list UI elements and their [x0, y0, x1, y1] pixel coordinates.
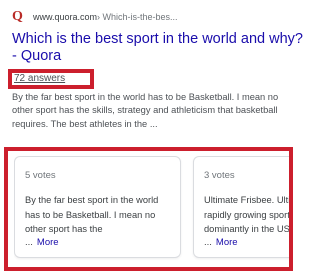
answer-ellipsis: ... — [204, 237, 212, 248]
answer-excerpt: By the far best sport in the world has t… — [25, 195, 159, 234]
search-result-page: Q www.quora.com › Which-is-the-bes... Wh… — [0, 0, 307, 274]
answer-votes: 5 votes — [25, 170, 56, 181]
result-snippet: By the far best sport in the world has t… — [12, 92, 279, 129]
answer-more-link[interactable]: More — [216, 237, 238, 248]
answers-carousel[interactable]: 5 votes By the far best sport in the wor… — [14, 156, 289, 266]
result-domain: www.quora.com — [33, 12, 98, 22]
answer-more: ... More — [25, 237, 59, 248]
result-title-link[interactable]: Which is the best sport in the world and… — [12, 31, 304, 65]
result-source[interactable]: Q www.quora.com › Which-is-the-bes... — [12, 9, 178, 25]
quora-logo-icon: Q — [12, 9, 23, 24]
answer-votes: 3 votes — [204, 170, 235, 181]
answer-card[interactable]: 5 votes By the far best sport in the wor… — [14, 156, 181, 258]
answer-more-link[interactable]: More — [37, 237, 59, 248]
answer-ellipsis: ... — [25, 237, 33, 248]
answer-more: ... More — [204, 237, 238, 248]
answer-excerpt: Ultimate Frisbee. Ultimate is a rapidly … — [204, 195, 289, 234]
answers-count-link[interactable]: 72 answers — [14, 73, 65, 85]
answer-card[interactable]: 3 votes Ultimate Frisbee. Ultimate is a … — [193, 156, 289, 258]
result-breadcrumb-path: › Which-is-the-bes... — [97, 12, 178, 22]
